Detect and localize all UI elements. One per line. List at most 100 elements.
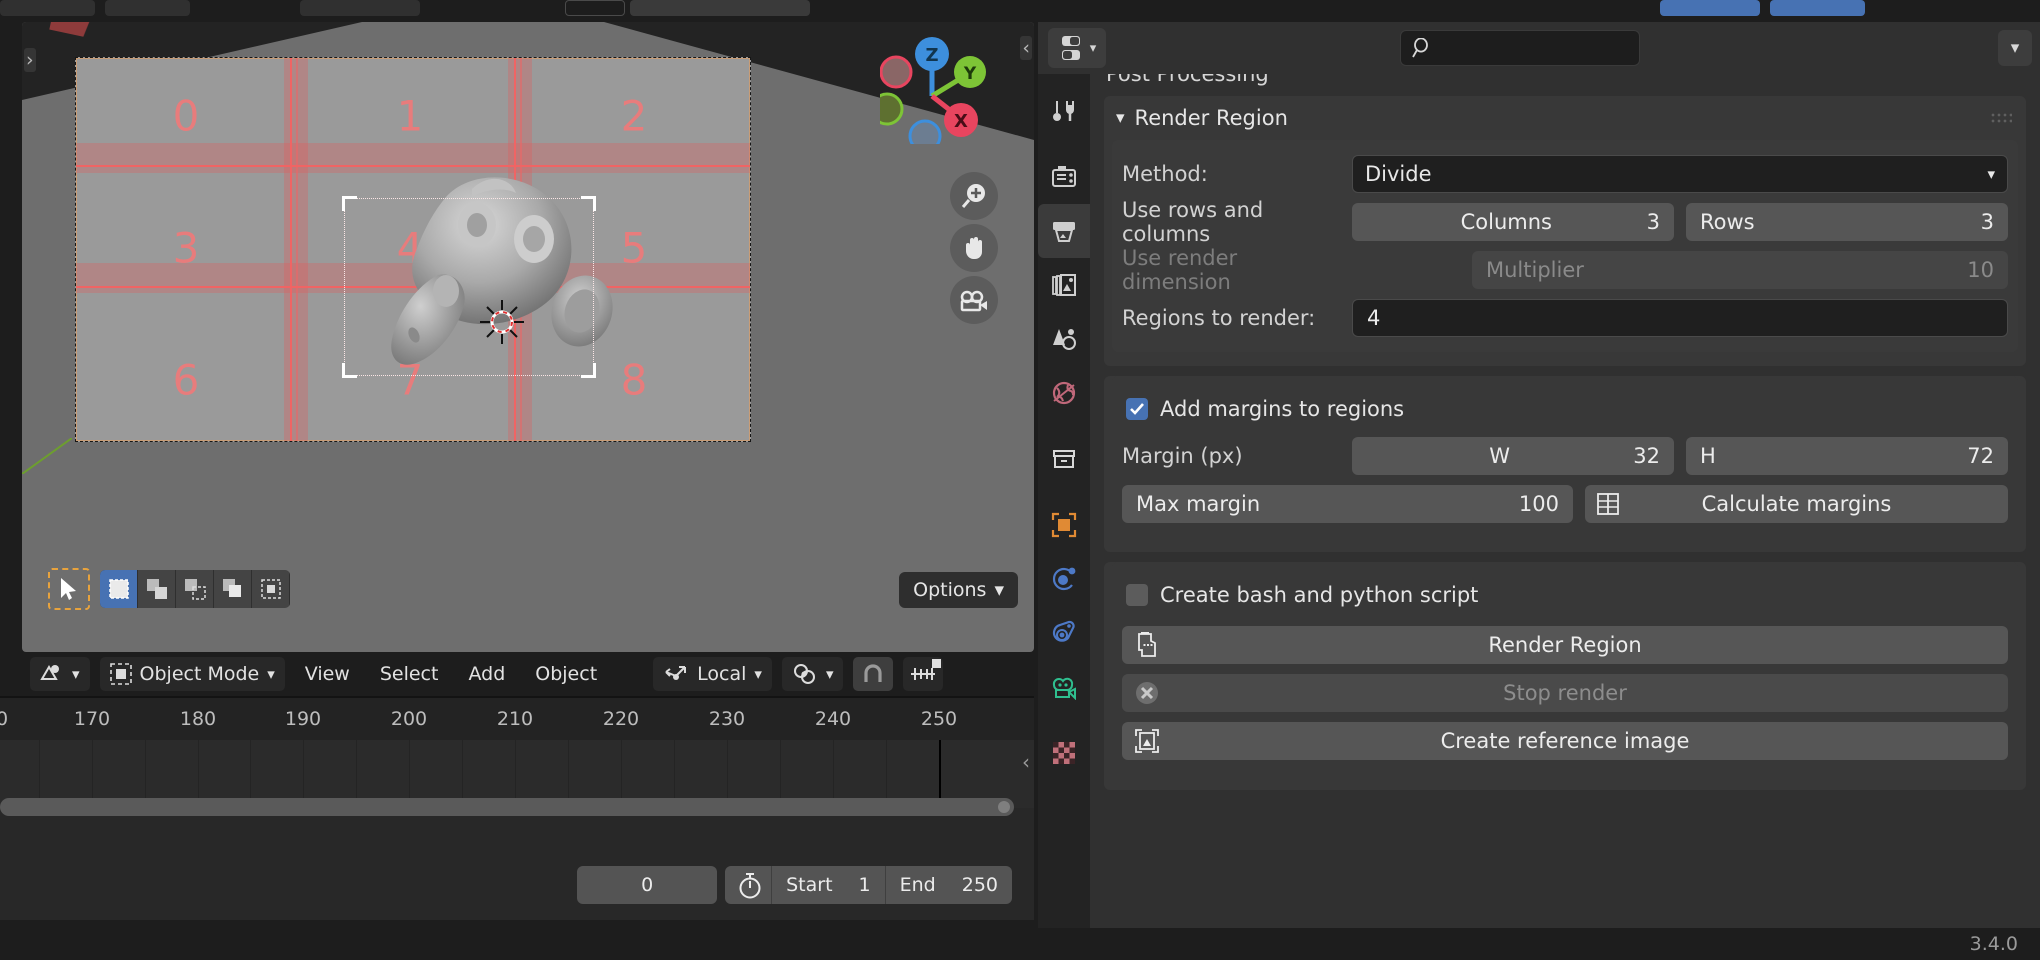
pivot-point-selector[interactable]: ▾ [781,657,844,691]
stop-render-button[interactable]: Stop render [1122,674,2008,712]
menu-object[interactable]: Object [525,663,607,685]
tab-constraints[interactable] [1038,606,1090,660]
navigation-gizmo[interactable]: Z Y X [880,34,990,144]
tab-object[interactable] [1038,498,1090,552]
method-dropdown[interactable]: Divide ▾ [1352,155,2008,193]
render-region-button[interactable]: Render Region [1122,626,2008,664]
viewport-nav-buttons[interactable] [950,172,998,328]
select-mode-invert-icon[interactable] [214,570,252,608]
calculate-margins-button[interactable]: Calculate margins [1585,485,2008,523]
viewport-tool-settings[interactable] [48,568,290,610]
select-mode-intersect-icon[interactable] [252,570,290,608]
svg-text:Y: Y [963,64,977,84]
timeline-ruler[interactable]: 0 170 180 190 200 210 220 230 240 250 [0,698,1034,740]
add-margins-checkbox-row[interactable]: Add margins to regions [1122,388,2008,430]
tab-scene[interactable] [1038,312,1090,366]
topbar-chip[interactable] [0,0,95,16]
tab-collection[interactable] [1038,432,1090,486]
timeline-tick: 240 [814,708,852,730]
menu-add[interactable]: Add [458,663,515,685]
select-mode-extend-icon[interactable] [138,570,176,608]
proportional-edit-icon[interactable] [903,657,944,691]
select-mode-set-icon[interactable] [100,570,138,608]
tab-output[interactable] [1038,204,1090,258]
chevron-down-icon: ▾ [1987,165,1995,183]
scrollbar-handle[interactable] [998,801,1010,813]
tab-world[interactable] [1038,366,1090,420]
method-value: Divide [1365,162,1432,186]
timeline-tick: 180 [179,708,217,730]
snap-magnet-icon[interactable] [853,657,894,691]
frame-range-group[interactable]: Start 1 End 250 [725,866,1012,904]
tab-render[interactable] [1038,150,1090,204]
rows-value: 3 [1980,210,1994,234]
render-region-panel-header[interactable]: ▾ Render Region [1104,96,2026,140]
zoom-icon[interactable] [950,172,998,220]
render-film-icon [1134,632,1158,658]
margin-width-field[interactable]: W 32 [1352,437,1674,475]
tab-view-layer[interactable] [1038,258,1090,312]
tab-physics[interactable] [1038,552,1090,606]
transform-orientation-selector[interactable]: Local ▾ [653,657,772,691]
end-label: End [899,874,936,896]
topbar-chip[interactable] [300,0,420,16]
create-reference-image-button[interactable]: Create reference image [1122,722,2008,760]
select-mode-group[interactable] [100,570,290,608]
properties-options-chevron[interactable]: ▾ [1998,30,2032,66]
post-processing-panel-header[interactable]: Post Processing [1106,74,1269,86]
create-script-checkbox-row[interactable]: Create bash and python script [1122,574,2008,616]
editor-type-selector[interactable]: ▾ [30,657,90,691]
properties-tab-column[interactable] [1038,74,1090,930]
timeline-horizontal-scrollbar[interactable] [0,798,1014,816]
timeline-playback-controls[interactable]: 0 Start 1 End 250 [0,864,1034,906]
current-frame-field[interactable]: 0 [577,866,718,904]
timeline-tick: 230 [708,708,746,730]
tab-texture[interactable] [1038,726,1090,780]
regions-input[interactable]: 4 [1352,299,2008,337]
stopwatch-icon[interactable] [725,866,771,904]
margin-height-field[interactable]: H 72 [1686,437,2008,475]
add-margins-checkbox[interactable] [1126,398,1148,420]
properties-editor[interactable]: ▾ ▾ Post Processing ▾ Render Region Meth… [1038,22,2040,930]
margins-settings: Add margins to regions Margin (px) W 32 … [1112,376,2018,538]
max-margin-field[interactable]: Max margin 100 [1122,485,1573,523]
start-frame-field[interactable]: Start 1 [771,866,885,904]
select-mode-subtract-icon[interactable] [176,570,214,608]
topbar-chip[interactable] [630,0,810,16]
topbar-field[interactable] [565,0,625,16]
create-script-checkbox[interactable] [1126,584,1148,606]
menu-select[interactable]: Select [370,663,449,685]
svg-text:Z: Z [925,45,938,66]
chevron-down-icon: ▾ [994,579,1004,601]
tab-tool[interactable] [1038,84,1090,138]
selection-corner [342,196,357,211]
timeline-editor[interactable]: 0 170 180 190 200 210 220 230 240 250 ‹ [0,696,1034,920]
grid-table-icon [1597,493,1619,515]
camera-icon[interactable] [950,276,998,324]
multiplier-field[interactable]: Multiplier 10 [1472,251,2008,289]
topbar-chip-active[interactable] [1660,0,1760,16]
properties-header[interactable]: ▾ ▾ [1038,22,2040,74]
topbar-chip-active[interactable] [1770,0,1865,16]
viewport-header-bar[interactable]: ▾ Object Mode ▾ View Select Add Object L… [22,652,1034,696]
svg-text:X: X [954,111,968,132]
viewport-3d[interactable]: › ‹ ‹ 0 1 2 3 4 5 6 7 8 [22,22,1034,652]
topbar-chip[interactable] [105,0,190,16]
options-dropdown[interactable]: Options ▾ [899,572,1018,608]
columns-field[interactable]: Columns 3 [1352,203,1674,241]
properties-panel-body[interactable]: Post Processing ▾ Render Region Method: … [1090,74,2040,930]
mode-selector[interactable]: Object Mode ▾ [99,657,285,691]
menu-view[interactable]: View [295,663,360,685]
tweak-cursor-icon[interactable] [48,568,90,610]
rows-field[interactable]: Rows 3 [1686,203,2008,241]
end-frame-field[interactable]: End 250 [884,866,1012,904]
timeline-sidebar-arrow[interactable]: ‹ [1022,750,1030,774]
toolbar-expand-arrow[interactable]: › [24,48,36,72]
hand-icon[interactable] [950,224,998,272]
panel-drag-grip[interactable] [1990,112,2012,124]
search-input[interactable] [1400,30,1640,66]
tab-object-data[interactable] [1038,660,1090,714]
n-panel-expand-arrow[interactable]: ‹ [1020,36,1032,60]
editor-type-selector[interactable]: ▾ [1048,28,1106,68]
max-margin-value: 100 [1518,492,1559,516]
